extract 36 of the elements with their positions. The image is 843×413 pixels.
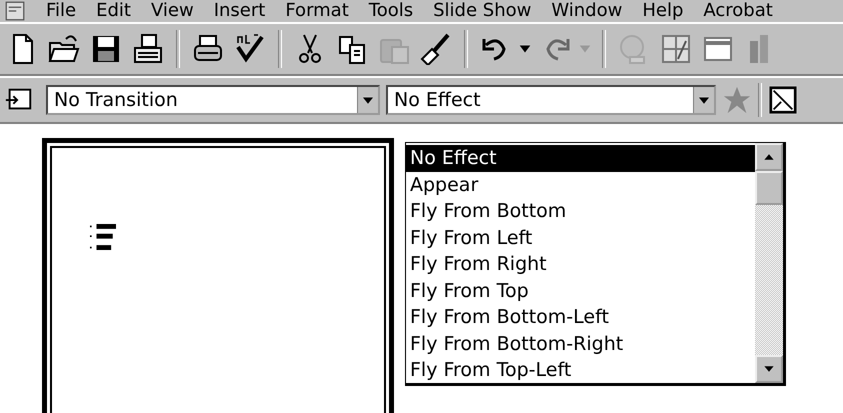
open-folder-icon[interactable] bbox=[48, 33, 80, 65]
menu-item[interactable]: Window bbox=[551, 0, 622, 22]
effect-option[interactable]: Fly From Bottom-Left bbox=[406, 304, 755, 330]
slide-thumbnail[interactable] bbox=[42, 138, 394, 413]
copy-icon[interactable] bbox=[336, 33, 368, 65]
menu-item[interactable]: Acrobat bbox=[703, 0, 773, 22]
effect-option[interactable]: Fly From Right bbox=[406, 251, 755, 278]
effect-option[interactable]: Fly From Top bbox=[406, 278, 755, 304]
slide-text-drawing bbox=[90, 224, 116, 250]
effect-option[interactable]: Fly From Top-Left bbox=[406, 357, 755, 384]
envelope-document-icon[interactable] bbox=[132, 33, 164, 65]
effect-option[interactable]: Appear bbox=[406, 172, 755, 198]
effect-option[interactable]: Fly From Bottom bbox=[406, 198, 755, 224]
menu-item[interactable]: View bbox=[150, 0, 194, 22]
app-icon[interactable] bbox=[4, 1, 26, 21]
menu-item[interactable]: Tools bbox=[368, 0, 414, 22]
effect-option[interactable]: Fly From Left bbox=[406, 224, 755, 251]
transition-dropdown[interactable]: No Transition bbox=[46, 85, 380, 115]
scroll-up-button[interactable] bbox=[755, 143, 783, 171]
menu-item[interactable]: Format bbox=[285, 0, 349, 22]
scroll-down-button[interactable] bbox=[755, 355, 783, 383]
spelling-check-icon[interactable] bbox=[234, 33, 266, 65]
effect-dropdown[interactable]: No Effect bbox=[386, 85, 716, 115]
table-icon[interactable] bbox=[660, 33, 692, 65]
menu-item[interactable]: Help bbox=[642, 0, 684, 22]
scroll-thumb[interactable] bbox=[755, 171, 783, 205]
star-icon[interactable] bbox=[722, 85, 752, 115]
paintbrush-icon[interactable] bbox=[420, 33, 452, 65]
scrollbar[interactable] bbox=[755, 143, 783, 383]
menu-item[interactable]: Edit bbox=[96, 0, 131, 22]
menu-item[interactable]: File bbox=[46, 0, 76, 22]
slide-icon[interactable] bbox=[768, 85, 798, 115]
effect-option[interactable]: No Effect bbox=[406, 145, 755, 172]
effect-option[interactable]: Fly From Bottom-Right bbox=[406, 330, 755, 357]
menu-item[interactable]: Insert bbox=[214, 0, 266, 22]
menu-item[interactable]: Slide Show bbox=[433, 0, 532, 22]
